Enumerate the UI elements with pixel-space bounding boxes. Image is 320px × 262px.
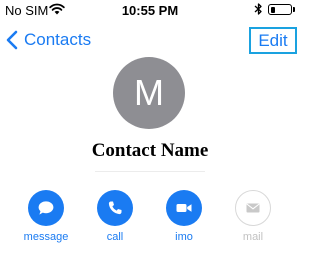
back-button-label: Contacts — [24, 30, 92, 49]
chevron-left-icon — [6, 30, 18, 50]
message-button[interactable]: message — [16, 190, 76, 243]
imo-button-circle — [166, 190, 202, 226]
phone-icon — [108, 201, 122, 215]
divider — [95, 171, 205, 172]
message-bubble-icon — [38, 201, 54, 215]
imo-button[interactable]: imo — [154, 190, 214, 243]
message-label: message — [23, 231, 69, 243]
message-button-circle — [28, 190, 64, 226]
bluetooth-icon — [254, 3, 262, 15]
battery-level — [270, 6, 275, 13]
call-button[interactable]: call — [85, 190, 145, 243]
avatar-initial: M — [134, 72, 164, 113]
mail-button-circle — [235, 190, 271, 226]
contact-name: Contact Name — [91, 140, 209, 161]
mail-label: mail — [242, 231, 264, 243]
imo-label: imo — [175, 231, 193, 243]
edit-button[interactable]: Edit — [249, 27, 297, 54]
battery-cap — [293, 7, 295, 12]
status-bar: No SIM 10:55 PM — [0, 0, 300, 22]
battery-icon — [268, 4, 292, 15]
back-button[interactable]: Contacts — [6, 28, 91, 52]
envelope-icon — [246, 203, 260, 213]
video-camera-icon — [176, 204, 192, 212]
mail-button[interactable]: mail — [223, 190, 283, 243]
call-button-circle — [97, 190, 133, 226]
call-label: call — [106, 231, 124, 243]
avatar: M — [113, 57, 185, 129]
